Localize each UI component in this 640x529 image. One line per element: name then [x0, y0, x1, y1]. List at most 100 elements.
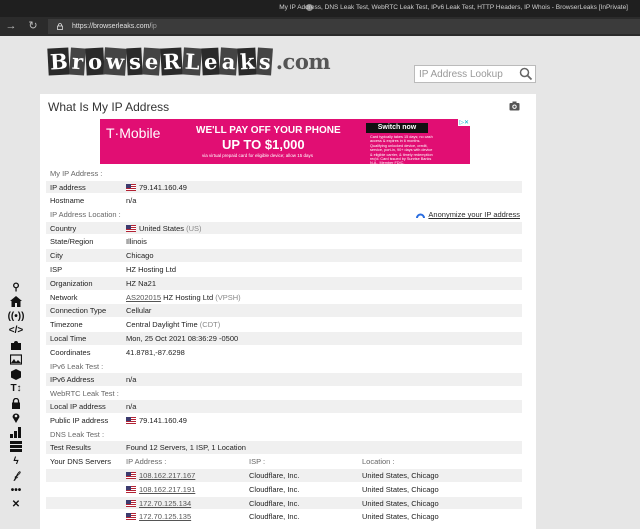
- row-value: HZ Na21: [126, 278, 157, 288]
- us-flag-icon: [126, 224, 136, 232]
- dns-col-ip-header: IP Address :: [126, 457, 167, 467]
- row-label: City: [50, 251, 63, 261]
- site-logo[interactable]: Br o w s e R Le a k s .com: [47, 47, 333, 80]
- section-location: IP Address Location : Anonymize your IP …: [46, 208, 522, 222]
- ad-brand: T·Mobile: [106, 125, 161, 141]
- pin-icon[interactable]: ⚲: [7, 280, 25, 295]
- dns-ip: 172.70.125.134: [126, 497, 191, 511]
- cube-icon[interactable]: [7, 367, 25, 382]
- table-row: Hostname n/a: [46, 194, 522, 209]
- home-icon[interactable]: [7, 295, 25, 310]
- flash-icon[interactable]: ϟ: [7, 454, 25, 469]
- text-height-icon[interactable]: T↕: [7, 382, 25, 397]
- row-label: Coordinates: [50, 347, 91, 357]
- table-row: Organization HZ Na21: [46, 276, 522, 291]
- dns-ip: 108.162.217.167: [126, 469, 195, 483]
- table-row: IPv6 Address n/a: [46, 373, 522, 387]
- section-webrtc: WebRTC Leak Test :: [50, 388, 119, 398]
- row-value: n/a: [126, 196, 137, 206]
- asn-link[interactable]: AS202015: [126, 293, 161, 302]
- bar-chart-icon[interactable]: [7, 425, 25, 440]
- dns-isp: Cloudflare, Inc.: [249, 484, 300, 494]
- dns-server-row: 172.70.125.134 Cloudflare, Inc. United S…: [46, 496, 522, 511]
- ip-lookup-search-input[interactable]: IP Address Lookup: [414, 65, 536, 83]
- row-label: Hostname: [50, 196, 85, 206]
- row-label: Local IP address: [50, 402, 106, 412]
- broadcast-icon[interactable]: ((•)): [7, 309, 25, 324]
- table-row: Timezone Central Daylight Time (CDT): [46, 318, 522, 332]
- row-label: Organization: [50, 278, 93, 288]
- row-label: State/Region: [50, 237, 94, 247]
- table-row: Connection Type Cellular: [46, 304, 522, 319]
- lock-icon[interactable]: [7, 396, 25, 411]
- address-bar[interactable]: https://browserleaks.com/ip: [48, 19, 640, 34]
- row-label: ISP: [50, 264, 63, 274]
- more-icon[interactable]: •••: [7, 483, 25, 498]
- camera-icon[interactable]: [509, 101, 520, 111]
- row-value: Mon, 25 Oct 2021 08:36:29 -0500: [126, 333, 239, 343]
- row-value: Central Daylight Time (CDT): [126, 320, 221, 330]
- section-dns: DNS Leak Test :: [50, 429, 105, 439]
- row-value: 79.141.160.49: [126, 181, 187, 195]
- server-icon[interactable]: [7, 440, 25, 455]
- row-label: Connection Type: [50, 306, 107, 316]
- dns-ip: 172.70.125.135: [126, 510, 191, 524]
- back-arrow-icon[interactable]: →: [4, 19, 18, 33]
- row-value: Chicago: [126, 251, 154, 261]
- window-title: My IP Address, DNS Leak Test, WebRTC Lea…: [279, 4, 628, 11]
- table-row: Your DNS Servers IP Address : ISP : Loca…: [46, 455, 522, 470]
- search-placeholder: IP Address Lookup: [419, 69, 503, 80]
- table-row: Network AS202015 HZ Hosting Ltd (VPSH): [46, 291, 522, 305]
- dns-location: United States, Chicago: [362, 471, 439, 481]
- row-value: United States (US): [126, 222, 202, 236]
- ad-switch-button[interactable]: Switch now: [366, 123, 428, 133]
- ad-subline: via virtual prepaid card for eligible de…: [202, 153, 314, 158]
- font-icon[interactable]: 𝒻: [7, 469, 25, 484]
- table-row: Coordinates 41.8781,-87.6298: [46, 346, 522, 360]
- anonymize-link[interactable]: Anonymize your IP address: [416, 208, 520, 222]
- us-flag-icon: [126, 499, 136, 507]
- location-pin-icon[interactable]: [7, 411, 25, 426]
- dns-col-location-header: Location :: [362, 457, 395, 467]
- ad-amount: UP TO $1,000: [222, 137, 305, 152]
- table-row: Test Results Found 12 Servers, 1 ISP, 1 …: [46, 441, 522, 456]
- section-my-ip: My IP Address :: [50, 169, 103, 178]
- puzzle-icon[interactable]: [7, 338, 25, 353]
- row-value: n/a: [126, 375, 137, 385]
- refresh-icon[interactable]: ↻: [26, 19, 40, 33]
- us-flag-icon: [126, 472, 136, 480]
- us-flag-icon: [126, 417, 136, 425]
- us-flag-icon: [126, 485, 136, 493]
- dns-location: United States, Chicago: [362, 498, 439, 508]
- row-label: Test Results: [50, 443, 91, 453]
- table-row: IP address 79.141.160.49: [46, 180, 522, 195]
- image-icon[interactable]: [7, 353, 25, 368]
- us-flag-icon: [126, 513, 136, 521]
- row-label: Timezone: [50, 320, 83, 330]
- row-label: Public IP address: [50, 416, 109, 426]
- ad-choices-icon[interactable]: ▷✕: [458, 119, 470, 126]
- browser-navbar: → ↻ https://browserleaks.com/ip: [0, 17, 640, 36]
- advertisement-banner[interactable]: T·Mobile WE'LL PAY OFF YOUR PHONE UP TO …: [100, 119, 470, 166]
- row-label: Country: [50, 223, 77, 233]
- row-value: n/a: [126, 402, 137, 412]
- url-host: https://browserleaks.com/: [72, 23, 152, 30]
- search-icon[interactable]: [519, 67, 533, 81]
- row-value: 79.141.160.49: [126, 414, 187, 428]
- row-label: IP address: [50, 182, 86, 192]
- table-row: Local IP address n/a: [46, 400, 522, 415]
- dns-isp: Cloudflare, Inc.: [249, 471, 300, 481]
- ad-fine-print: Card typically takes 15 days; no cash ac…: [370, 135, 433, 166]
- dns-location: United States, Chicago: [362, 512, 439, 522]
- dns-isp: Cloudflare, Inc.: [249, 498, 300, 508]
- table-row: Country United States (US): [46, 221, 522, 236]
- table-row: City Chicago: [46, 249, 522, 263]
- row-value: HZ Hosting Ltd: [126, 264, 177, 274]
- dns-server-row: 108.162.217.167 Cloudflare, Inc. United …: [46, 469, 522, 483]
- code-icon[interactable]: </>: [7, 324, 25, 339]
- lock-icon: [57, 23, 63, 30]
- table-row: Local Time Mon, 25 Oct 2021 08:36:29 -05…: [46, 331, 522, 346]
- row-value: Cellular: [126, 306, 152, 316]
- tools-icon[interactable]: ✕: [7, 498, 25, 513]
- table-row: Public IP address 79.141.160.49: [46, 414, 522, 428]
